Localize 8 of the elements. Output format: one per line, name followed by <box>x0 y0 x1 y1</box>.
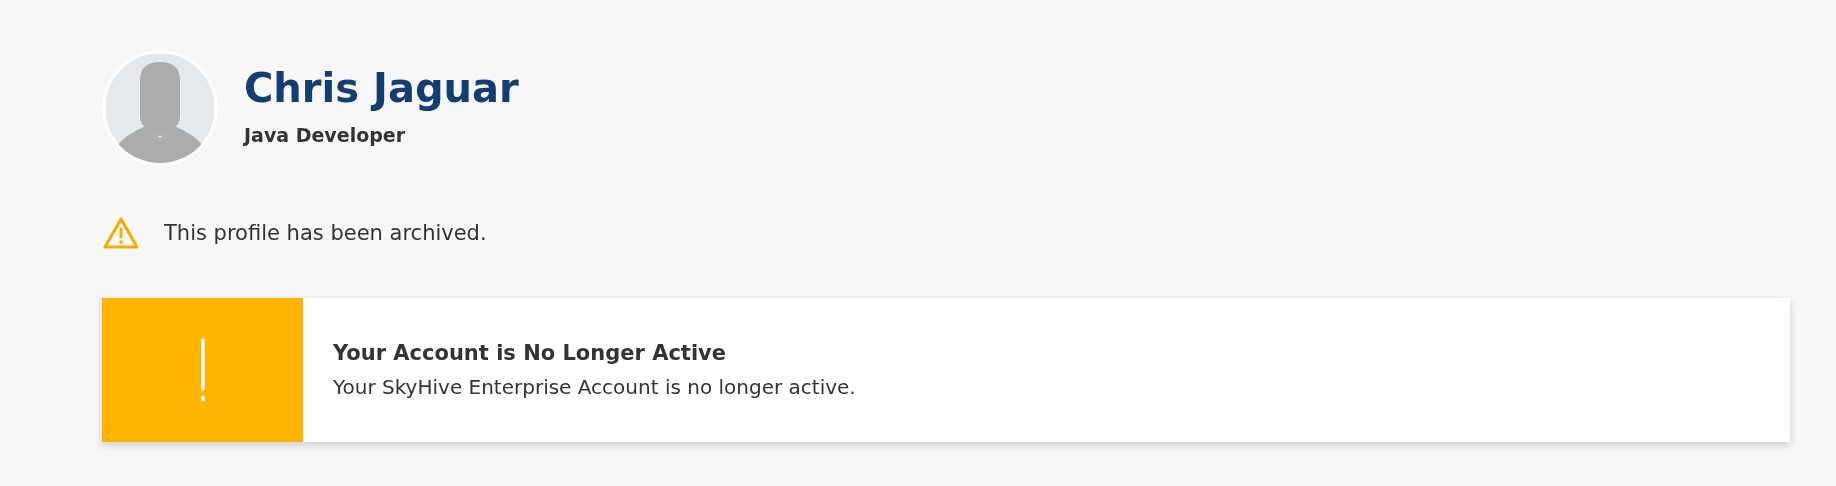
alert-message: Your SkyHive Enterprise Account is no longer active. <box>333 375 856 399</box>
warning-icon <box>102 216 140 250</box>
exclamation-icon <box>198 337 207 403</box>
job-title: Java Developer <box>244 124 407 146</box>
alert-title: Your Account is No Longer Active <box>333 341 728 365</box>
archived-notice: This profile has been archived. <box>164 221 487 245</box>
avatar-icon <box>102 50 218 166</box>
profile-name: Chris Jaguar <box>244 66 519 110</box>
